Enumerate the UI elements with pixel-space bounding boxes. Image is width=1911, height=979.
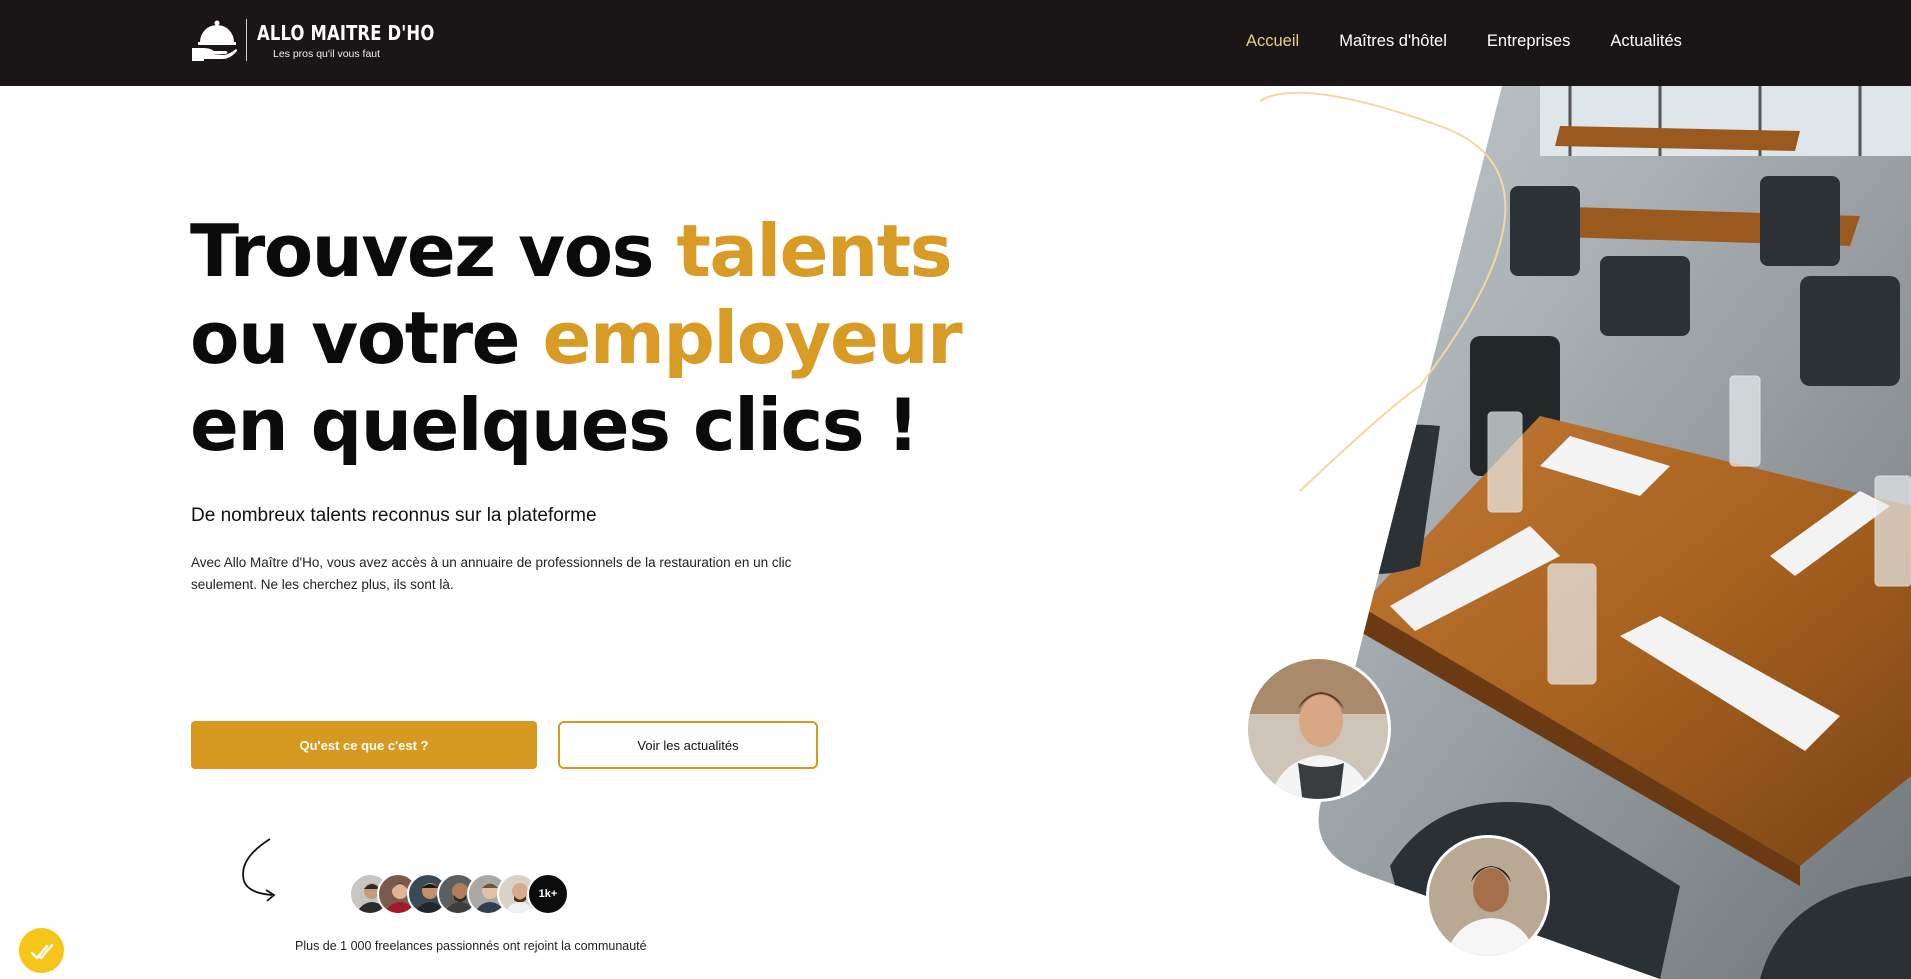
chef-avatar-image (1248, 659, 1388, 799)
hero-subtitle: De nombreux talents reconnus sur la plat… (191, 505, 597, 526)
chat-widget-button[interactable] (19, 928, 64, 973)
hero-description: Avec Allo Maître d'Ho, vous avez accès à… (191, 555, 792, 592)
what-is-it-button[interactable]: Qu'est ce que c'est ? (191, 721, 537, 769)
hero-title-part3: en quelques clics ! (190, 383, 920, 467)
hero-title-part1: Trouvez vos (190, 209, 677, 293)
hero-title-accent-talents: talents (676, 209, 953, 293)
nav-item-actualites[interactable]: Actualités (1610, 32, 1682, 51)
brand-tagline: Les pros qu'il vous faut (273, 47, 381, 60)
restaurant-hero-image (1259, 86, 1911, 979)
hero-title-accent-employeur: employeur (542, 296, 963, 380)
nav-item-entreprises[interactable]: Entreprises (1487, 32, 1570, 51)
chef-portrait (1245, 656, 1391, 802)
cook-portrait (1426, 835, 1550, 959)
curved-arrow-icon (242, 838, 276, 902)
hero-title-part2: ou votre (190, 296, 543, 380)
site-header: ALLO MAITRE D'HO Les pros qu'il vous fau… (0, 0, 1911, 86)
see-news-button[interactable]: Voir les actualités (558, 721, 818, 769)
logo-text: ALLO MAITRE D'HO Les pros qu'il vous fau… (257, 21, 473, 60)
chat-check-icon (30, 943, 53, 960)
community-caption: Plus de 1 000 freelances passionnés ont … (295, 939, 647, 953)
member-count-badge: 1k+ (527, 873, 569, 915)
brand-name: ALLO MAITRE D'HO (257, 20, 435, 45)
main-nav: Accueil Maîtres d'hôtel Entreprises Actu… (1246, 32, 1682, 51)
hero-title: Trouvez vos talents ou votre employeur e… (190, 208, 1070, 469)
nav-item-maitres-hotel[interactable]: Maîtres d'hôtel (1339, 32, 1447, 51)
nav-item-accueil[interactable]: Accueil (1246, 32, 1299, 51)
cloche-serving-icon (192, 20, 237, 61)
logo-divider (246, 19, 247, 61)
brand-logo[interactable]: ALLO MAITRE D'HO Les pros qu'il vous fau… (190, 18, 473, 62)
